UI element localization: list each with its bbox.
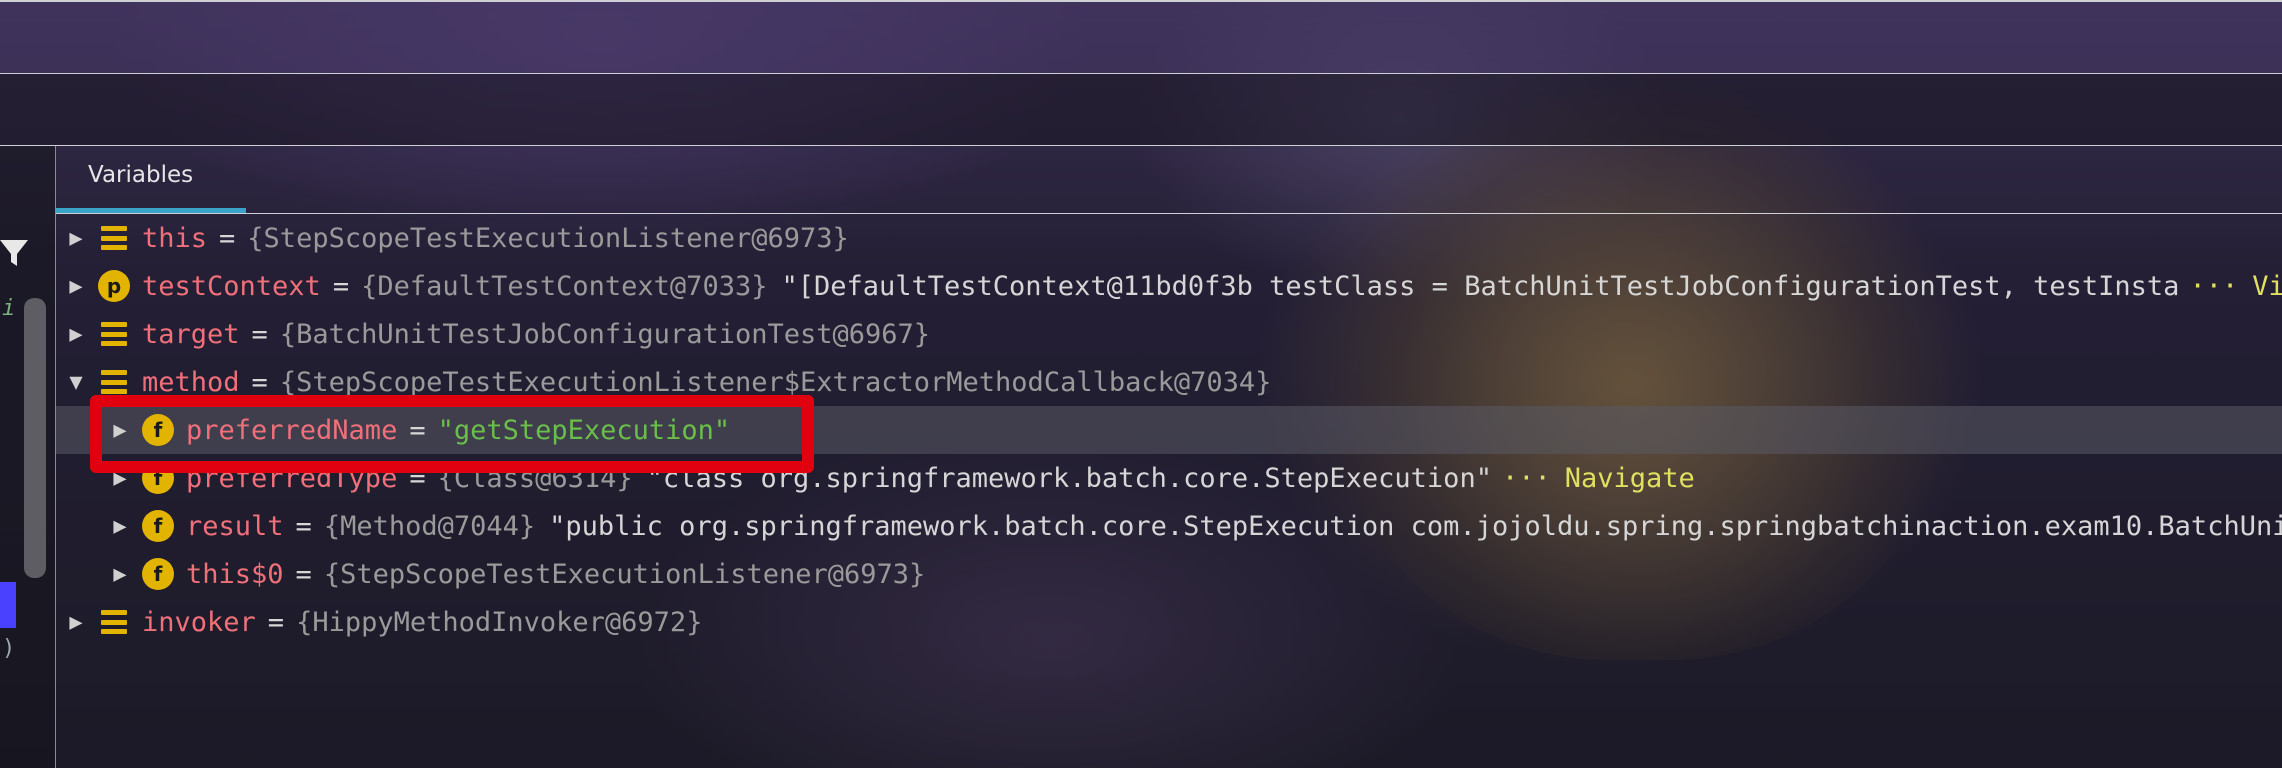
variable-name: this$0	[186, 558, 284, 590]
ellipsis-icon: ···	[1501, 462, 1551, 494]
variable-name: testContext	[142, 270, 321, 302]
variable-type: {Method@7044}	[323, 510, 536, 542]
variable-type: {StepScopeTestExecutionListener@6973}	[247, 222, 849, 254]
f-badge-icon: f	[140, 412, 176, 448]
view-link[interactable]: View	[2252, 271, 2282, 302]
equals-sign: =	[251, 366, 268, 398]
equals-sign: =	[251, 318, 268, 350]
variable-type: {HippyMethodInvoker@6972}	[296, 606, 703, 638]
expand-arrow-icon[interactable]: ▶	[56, 226, 96, 251]
field-lines-icon	[96, 316, 132, 352]
navigate-link[interactable]: Navigate	[1565, 463, 1695, 494]
variable-row-preferredname[interactable]: ▶ f preferredName = "getStepExecution"	[56, 406, 2282, 454]
p-badge-icon: p	[96, 268, 132, 304]
variable-value: "public org.springframework.batch.core.S…	[549, 510, 2282, 542]
equals-sign: =	[295, 558, 312, 590]
equals-sign: =	[295, 510, 312, 542]
variable-row-result[interactable]: ▶ f result = {Method@7044} "public org.s…	[56, 502, 2282, 550]
editor-top-strip	[0, 0, 2282, 74]
variable-row-method[interactable]: ▼ method = {StepScopeTestExecutionListen…	[56, 358, 2282, 406]
variable-row-this[interactable]: ▶ this = {StepScopeTestExecutionListener…	[56, 214, 2282, 262]
variable-value: "class org.springframework.batch.core.St…	[646, 462, 1492, 494]
variable-row-invoker[interactable]: ▶ invoker = {HippyMethodInvoker@6972}	[56, 598, 2282, 646]
variables-panel: Variables ▶ this = {StepScopeTestExecuti…	[56, 146, 2282, 768]
variable-type: {StepScopeTestExecutionListener$Extracto…	[279, 366, 1272, 398]
filter-icon[interactable]	[0, 236, 30, 270]
debugger-left-gutter: i )	[0, 146, 56, 768]
variable-row-target[interactable]: ▶ target = {BatchUnitTestJobConfiguratio…	[56, 310, 2282, 358]
variable-type: {StepScopeTestExecutionListener@6973}	[323, 558, 926, 590]
variables-panel-header: Variables	[56, 146, 2282, 214]
variable-row-preferredtype[interactable]: ▶ f preferredType = {Class@6314} "class …	[56, 454, 2282, 502]
equals-sign: =	[267, 606, 285, 638]
f-badge-icon: f	[140, 508, 176, 544]
variable-row-testcontext[interactable]: ▶ p testContext = {DefaultTestContext@70…	[56, 262, 2282, 310]
f-badge-icon: f	[140, 556, 176, 592]
expand-arrow-icon[interactable]: ▶	[56, 274, 96, 299]
variable-row-this0[interactable]: ▶ f this$0 = {StepScopeTestExecutionList…	[56, 550, 2282, 598]
variable-value: "getStepExecution"	[437, 414, 731, 446]
tab-variables-label: Variables	[88, 162, 194, 188]
variable-type: {DefaultTestContext@7033}	[361, 270, 768, 302]
expand-arrow-icon[interactable]: ▶	[100, 418, 140, 443]
equals-sign: =	[409, 414, 426, 446]
variable-name: preferredName	[186, 414, 398, 446]
field-lines-icon	[96, 604, 132, 640]
equals-sign: =	[409, 462, 426, 494]
debug-toolbar-strip	[0, 74, 2282, 146]
expand-arrow-icon[interactable]: ▶	[100, 466, 140, 491]
selected-frame-marker	[0, 582, 16, 628]
active-tab-indicator	[56, 208, 246, 213]
collapse-arrow-icon[interactable]: ▼	[56, 370, 96, 395]
f-badge-icon: f	[140, 460, 176, 496]
variable-name: target	[142, 318, 240, 350]
expand-arrow-icon[interactable]: ▶	[56, 610, 96, 635]
variable-type: {BatchUnitTestJobConfigurationTest@6967}	[279, 318, 931, 350]
field-lines-icon	[96, 364, 132, 400]
ellipsis-icon: ···	[2189, 270, 2239, 302]
variable-type: {Class@6314}	[437, 462, 633, 494]
expand-arrow-icon[interactable]: ▶	[56, 322, 96, 347]
expand-arrow-icon[interactable]: ▶	[100, 562, 140, 587]
frames-scrollbar[interactable]	[24, 298, 46, 578]
variable-value: "[DefaultTestContext@11bd0f3b testClass …	[781, 270, 2180, 302]
variable-name: preferredType	[186, 462, 398, 494]
sidebar-fragment-2: )	[2, 636, 16, 661]
sidebar-fragment-1: i	[2, 296, 16, 321]
equals-sign: =	[332, 270, 350, 302]
tab-variables[interactable]: Variables	[56, 146, 246, 214]
expand-arrow-icon[interactable]: ▶	[100, 514, 140, 539]
field-lines-icon	[96, 220, 132, 256]
variable-name: this	[142, 222, 208, 254]
variable-name: invoker	[142, 606, 256, 638]
variable-name: result	[186, 510, 284, 542]
variable-name: method	[142, 366, 240, 398]
equals-sign: =	[219, 222, 236, 254]
